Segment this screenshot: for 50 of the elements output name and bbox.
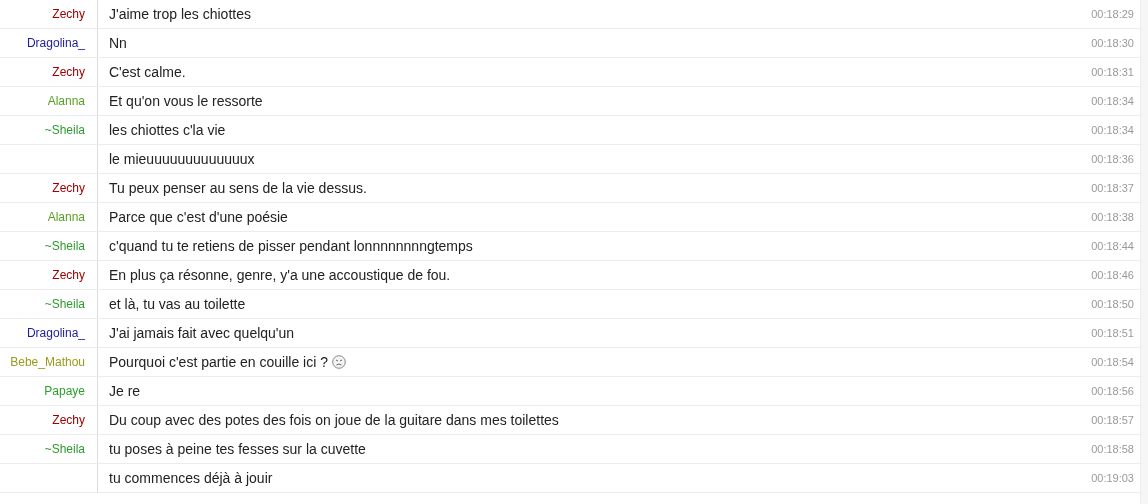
timestamp: 00:18:34 [1091,122,1134,138]
timestamp: 00:18:30 [1091,35,1134,51]
message-text: Pourquoi c'est partie en couille ici ? [109,352,329,372]
message-text: Je re [109,381,141,401]
timestamp: 00:18:29 [1091,6,1134,22]
nickname[interactable]: Dragolina_ [26,34,85,52]
timestamp: 00:18:31 [1091,64,1134,80]
nickname[interactable]: Zechy [52,411,85,429]
message-text: En plus ça résonne, genre, y'a une accoustique de fou. [109,265,451,285]
timestamp: 00:18:58 [1091,441,1134,457]
nickname[interactable]: Zechy [52,179,85,197]
timestamp: 00:18:51 [1091,325,1134,341]
nickname[interactable]: Bebe_Mathou [10,353,85,371]
message-text: Et qu'on vous le ressorte [109,91,263,111]
nickname[interactable]: ~Sheila [44,295,85,313]
message-text: le mieuuuuuuuuuuuuux [109,149,255,169]
timestamp: 00:18:56 [1091,383,1134,399]
timestamp: 00:18:38 [1091,209,1134,225]
timestamp: 00:19:03 [1091,470,1134,486]
nickname[interactable]: ~Sheila [44,121,85,139]
message-text: C'est calme. [109,62,186,82]
timestamp: 00:18:44 [1091,238,1134,254]
nickname[interactable]: Alanna [47,92,85,110]
nickname[interactable]: Zechy [52,5,85,23]
timestamp: 00:18:46 [1091,267,1134,283]
timestamp: 00:18:54 [1091,354,1134,370]
message-text: tu poses à peine tes fesses sur la cuvette [109,439,366,459]
nickname[interactable]: Zechy [52,63,85,81]
message-text: Du coup avec des potes des fois on joue de la guitare dans mes toilettes [109,410,559,430]
message-text: Parce que c'est d'une poésie [109,207,288,227]
message-text: les chiottes c'la vie [109,120,226,140]
nickname[interactable]: Papaye [44,382,85,400]
message-text: et là, tu vas au toilette [109,294,246,314]
timestamp: 00:18:37 [1091,180,1134,196]
message-text: tu commences déjà à jouir [109,468,273,488]
nickname[interactable]: Alanna [47,208,85,226]
message-text: J'aime trop les chiottes [109,4,251,24]
message-text: Nn [109,33,127,53]
nickname[interactable]: Zechy [52,266,85,284]
timestamp: 00:18:34 [1091,93,1134,109]
message-text: Tu peux penser au sens de la vie dessus. [109,178,367,198]
nickname[interactable]: Dragolina_ [26,324,85,342]
nickname[interactable]: ~Sheila [44,237,85,255]
timestamp: 00:18:36 [1091,151,1134,167]
timestamp: 00:18:57 [1091,412,1134,428]
message-text: c'quand tu te retiens de pisser pendant lonnnnnnnngtemps [109,236,473,256]
nickname[interactable]: ~Sheila [44,440,85,458]
timestamp: 00:18:50 [1091,296,1134,312]
message-text: J'ai jamais fait avec quelqu'un [109,323,295,343]
frowning-face-icon [332,355,347,369]
